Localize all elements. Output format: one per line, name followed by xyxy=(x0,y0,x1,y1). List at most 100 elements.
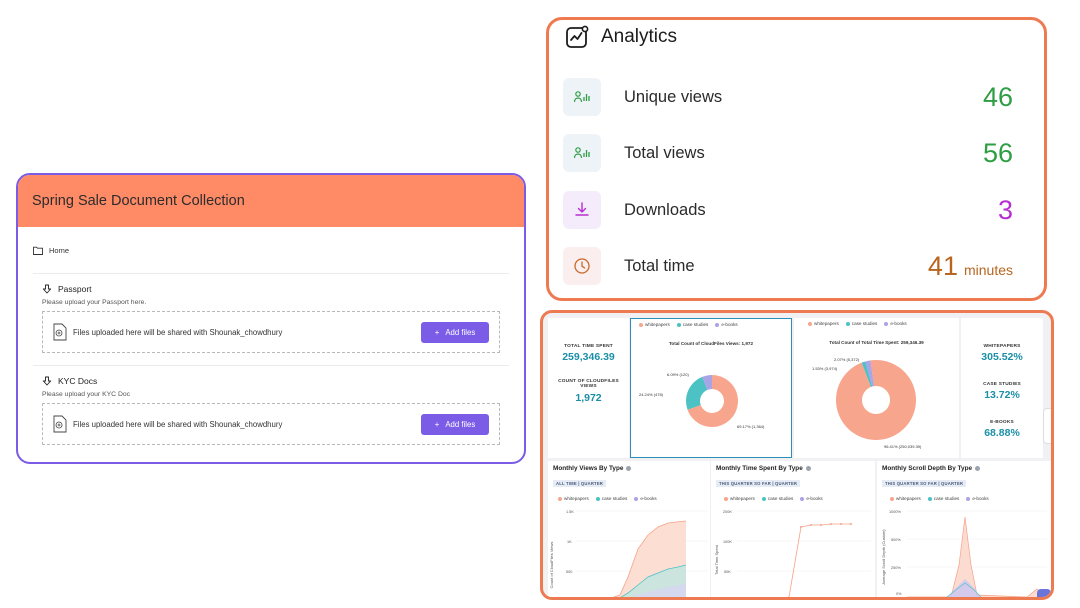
percent-panel: WHITEPAPERS 305.52% CASE STUDIES 13.72% … xyxy=(961,318,1043,458)
side-drawer-handle[interactable] xyxy=(1043,408,1051,444)
screenshot-root: Spring Sale Document Collection Home Pas… xyxy=(0,0,1080,608)
stat-value: 46 xyxy=(982,81,1013,112)
file-dropzone[interactable]: Files uploaded here will be shared with … xyxy=(42,311,500,353)
donut-title: Total Count of Total Time Spent: 259,346… xyxy=(829,340,924,345)
stat-total-time: Total time 41 minutes xyxy=(563,246,1013,286)
slice-label: 2.07% (5,372) xyxy=(834,357,860,362)
stat-unit: minutes xyxy=(963,261,1013,278)
add-files-label: Add files xyxy=(445,419,476,429)
add-files-label: Add files xyxy=(445,327,476,337)
legend-item: case studies xyxy=(761,496,793,501)
tick-label: 1K xyxy=(567,540,572,544)
legend-item: whitepapers xyxy=(724,496,755,501)
line-whitepapers xyxy=(786,523,851,597)
chart-title: Monthly Views By Type xyxy=(553,465,710,472)
section-description: Please upload your KYC Doc xyxy=(42,391,131,398)
legend-item: whitepapers xyxy=(639,322,670,327)
legend-item: e-books xyxy=(884,321,907,326)
file-dropzone[interactable]: Files uploaded here will be shared with … xyxy=(42,403,500,445)
y-axis-label: Total Time Spent xyxy=(714,544,719,575)
stat-total-views: Total views 56 xyxy=(563,133,1013,173)
legend-item: case studies xyxy=(676,322,708,327)
chart-title: Monthly Time Spent By Type xyxy=(716,465,875,472)
analytics-title: Analytics xyxy=(601,26,678,47)
collection-title: Spring Sale Document Collection xyxy=(18,175,524,227)
document-collection-card: Spring Sale Document Collection Home Pas… xyxy=(16,173,526,464)
stat-value: 41 minutes xyxy=(928,251,1013,282)
range-badge[interactable]: THIS QUARTER SO FAR | QUARTER xyxy=(882,480,967,487)
tick-label: 250% xyxy=(891,566,901,570)
percent-label: WHITEPAPERS xyxy=(983,344,1021,349)
chart-legend: whitepapers case studies e-books xyxy=(558,496,710,501)
y-axis-label: Count of CloudFiles Views xyxy=(549,542,554,589)
info-icon[interactable] xyxy=(975,466,981,471)
stat-label: Unique views xyxy=(624,87,723,106)
slice-label: 24.24% (478) xyxy=(639,392,664,397)
donut-title: Total Count of CloudFiles Views: 1,972 xyxy=(668,341,754,346)
chat-bubble-button[interactable] xyxy=(1037,589,1051,597)
range-badge[interactable]: THIS QUARTER SO FAR | QUARTER xyxy=(716,480,801,487)
monthly-views-panel[interactable]: Monthly Views By Type ALL TIME | QUARTER… xyxy=(548,461,710,597)
plus-icon: + xyxy=(434,327,440,337)
donut-slice-whitepapers[interactable] xyxy=(836,360,916,440)
chart-legend: whitepapers case studies e-books xyxy=(724,496,875,501)
stat-value: 56 xyxy=(982,137,1013,168)
percent-label: CASE STUDIES xyxy=(983,382,1021,387)
tick-label: 50K xyxy=(724,570,731,574)
monthly-views-chart: Count of CloudFiles Views 1.5K 1K 500 xyxy=(549,510,708,597)
monthly-time-panel[interactable]: Monthly Time Spent By Type THIS QUARTER … xyxy=(711,461,875,597)
breadcrumb[interactable]: Home xyxy=(33,227,509,273)
chart-legend: whitepapers case studies e-books xyxy=(639,322,791,327)
donut-time-panel[interactable]: whitepapers case studies e-books Total C… xyxy=(794,318,959,458)
tick-label: 500% xyxy=(891,538,901,542)
tick-label: 200K xyxy=(723,510,732,514)
kpi-value: 259,346.39 xyxy=(562,351,615,363)
slice-label: 1.53% (3,974) xyxy=(812,366,838,371)
y-axis-label: Average Scroll Depth (Custom) xyxy=(881,529,886,585)
legend-item: e-books xyxy=(800,496,823,501)
section-passport: Passport Please upload your Passport her… xyxy=(33,273,509,365)
tick-label: 500 xyxy=(566,570,572,574)
kpi-value: 1,972 xyxy=(575,392,602,404)
tick-label: 0% xyxy=(896,592,902,596)
dashboard-card: TOTAL TIME SPENT 259,346.39 COUNT OF CLO… xyxy=(540,310,1054,600)
donut-views-panel[interactable]: whitepapers case studies e-books Total C… xyxy=(630,318,792,458)
dropzone-text: Files uploaded here will be shared with … xyxy=(73,327,283,337)
tick-label: 100K xyxy=(723,540,732,544)
slice-label: 6.09% (120) xyxy=(667,372,689,377)
file-add-icon xyxy=(53,415,67,433)
area-whitepapers xyxy=(907,517,1047,597)
section-kyc-docs: KYC Docs Please upload your KYC Doc File… xyxy=(33,365,509,457)
info-icon[interactable] xyxy=(626,466,632,471)
users-chart-icon xyxy=(563,78,601,116)
stat-label: Total time xyxy=(624,256,695,275)
arrow-down-icon[interactable] xyxy=(42,376,52,386)
legend-item: e-books xyxy=(715,322,738,327)
kpi-label: VIEWS xyxy=(580,384,597,389)
stat-label: Total views xyxy=(624,143,705,162)
info-icon[interactable] xyxy=(805,466,811,471)
donut-chart-views xyxy=(686,375,738,427)
percent-label: E-BOOKS xyxy=(990,420,1014,425)
section-title: Passport xyxy=(58,284,92,294)
monthly-scroll-panel[interactable]: Monthly Scroll Depth By Type THIS QUARTE… xyxy=(877,461,1051,597)
range-badge[interactable]: ALL TIME | QUARTER xyxy=(553,480,607,487)
add-files-button[interactable]: + Add files xyxy=(421,413,489,435)
monthly-scroll-chart: Average Scroll Depth (Custom) 1000% 500%… xyxy=(881,510,1048,597)
legend-item: case studies xyxy=(845,321,877,326)
line-whitepapers xyxy=(907,516,1048,597)
arrow-down-icon[interactable] xyxy=(42,284,52,294)
chart-legend: whitepapers case studies e-books xyxy=(808,321,959,326)
stat-downloads: Downloads 3 xyxy=(563,190,1013,230)
legend-item: whitepapers xyxy=(558,496,589,501)
breadcrumb-home[interactable]: Home xyxy=(49,246,69,255)
chart-legend: whitepapers case studies e-books xyxy=(890,496,1051,501)
folder-icon xyxy=(33,246,43,255)
add-files-button[interactable]: + Add files xyxy=(421,321,489,343)
legend-item: case studies xyxy=(927,496,959,501)
section-description: Please upload your Passport here. xyxy=(42,299,147,306)
users-chart-icon xyxy=(563,134,601,172)
kpi-panel: TOTAL TIME SPENT 259,346.39 COUNT OF CLO… xyxy=(548,318,629,458)
download-icon xyxy=(563,191,601,229)
analytics-card: Analytics Unique views 46 Total views 56… xyxy=(546,17,1047,301)
